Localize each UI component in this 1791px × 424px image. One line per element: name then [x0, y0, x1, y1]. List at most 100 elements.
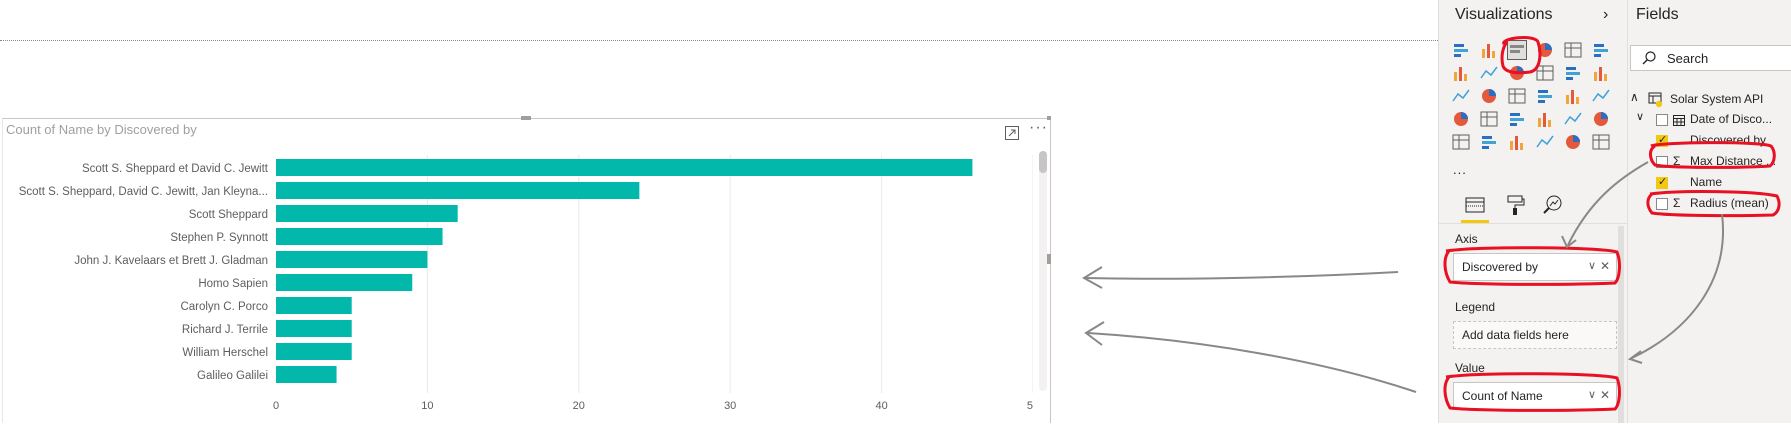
search-placeholder: Search: [1667, 51, 1709, 66]
stacked-column-icon[interactable]: [1479, 40, 1499, 60]
table-node-solar-system-api[interactable]: ∧ Solar System API: [1628, 90, 1791, 110]
map-icon[interactable]: [1591, 86, 1611, 106]
funnel-icon[interactable]: [1479, 109, 1499, 129]
viz-pane-tabs: [1439, 190, 1628, 224]
slicer-icon[interactable]: [1451, 132, 1471, 152]
value-well[interactable]: Count of Name ∨ ✕: [1453, 382, 1617, 410]
visual-title: Count of Name by Discovered by: [6, 122, 197, 137]
python-visual-icon[interactable]: [1563, 132, 1583, 152]
matrix-icon[interactable]: [1507, 132, 1527, 152]
chevron-down-icon[interactable]: ∨: [1588, 259, 1596, 272]
filled-map-icon[interactable]: [1451, 109, 1471, 129]
clustered-bar-icon[interactable]: [1507, 40, 1527, 60]
category-label: Galileo Galilei: [197, 370, 268, 382]
r-visual-icon[interactable]: [1535, 132, 1555, 152]
category-label: Stephen P. Synnott: [170, 232, 268, 244]
x-tick-label: 50: [1027, 400, 1033, 412]
report-canvas: Count of Name by Discovered by ··· 0 10 20…: [0, 0, 1438, 423]
bar[interactable]: [276, 182, 640, 199]
bar[interactable]: [276, 205, 458, 222]
axis-well[interactable]: Discovered by ∨ ✕: [1453, 253, 1617, 281]
category-label: Scott Sheppard: [189, 209, 268, 221]
fields-search-input[interactable]: Search: [1630, 45, 1791, 71]
pie-icon[interactable]: [1507, 86, 1527, 106]
bar[interactable]: [276, 320, 352, 337]
fields-tab-icon[interactable]: [1461, 190, 1489, 220]
x-tick-label: 0: [273, 400, 279, 412]
bar[interactable]: [276, 228, 443, 245]
bar[interactable]: [276, 366, 337, 383]
field-item[interactable]: Name: [1628, 173, 1791, 193]
chart-scrollbar[interactable]: [1039, 151, 1047, 391]
line-chart-icon[interactable]: [1451, 63, 1471, 83]
analytics-magnifier-icon[interactable]: [1539, 190, 1567, 220]
bar[interactable]: [276, 251, 428, 268]
visualizations-header: Visualizations: [1455, 6, 1553, 23]
fields-header: Fields: [1636, 6, 1679, 23]
globe-icon[interactable]: [1591, 132, 1611, 152]
card-icon[interactable]: [1535, 109, 1555, 129]
axis-well-label: Axis: [1455, 232, 1478, 246]
multirow-card-icon[interactable]: [1563, 109, 1583, 129]
table-name: Solar System API: [1670, 92, 1764, 106]
value-well-label: Value: [1455, 361, 1485, 375]
chart-scrollbar-thumb[interactable]: [1039, 151, 1047, 173]
scatter-icon[interactable]: [1479, 86, 1499, 106]
table-icon: [1648, 92, 1663, 108]
field-item[interactable]: Σ Radius (mean): [1628, 194, 1791, 214]
legend-well[interactable]: Add data fields here: [1453, 321, 1617, 349]
clustered-column-icon[interactable]: [1535, 40, 1555, 60]
bar[interactable]: [276, 343, 352, 360]
field-item[interactable]: Discovered by: [1628, 131, 1791, 151]
chevron-up-icon[interactable]: ∧: [1630, 90, 1639, 104]
field-checkbox[interactable]: [1656, 133, 1668, 147]
bar[interactable]: [276, 274, 413, 291]
category-label: John J. Kavelaars et Brett J. Gladman: [74, 255, 268, 267]
field-item[interactable]: ∨ Date of Disco...: [1628, 110, 1791, 130]
field-checkbox[interactable]: [1656, 175, 1668, 189]
field-label: Name: [1690, 175, 1723, 189]
more-visuals-icon[interactable]: ...: [1453, 162, 1467, 177]
remove-field-icon[interactable]: ✕: [1600, 388, 1610, 402]
field-item[interactable]: Σ Max Distance ...: [1628, 152, 1791, 172]
table-icon[interactable]: [1479, 132, 1499, 152]
bar-chart: 0 10 20 30 40 50 Scott S. Sheppard et David C.…: [19, 155, 1033, 412]
100-bar-icon[interactable]: [1563, 40, 1583, 60]
stacked-area-icon[interactable]: [1507, 63, 1527, 83]
area-chart-icon[interactable]: [1479, 63, 1499, 83]
line-stacked-column-icon[interactable]: [1563, 63, 1583, 83]
stacked-bar-icon[interactable]: [1451, 40, 1471, 60]
chevron-down-icon[interactable]: ∨: [1636, 110, 1644, 123]
category-label: William Herschel: [182, 347, 268, 359]
100-column-icon[interactable]: [1591, 40, 1611, 60]
field-checkbox[interactable]: [1656, 114, 1668, 126]
line-column-icon[interactable]: [1535, 63, 1555, 83]
resize-handle-top[interactable]: [521, 116, 531, 120]
format-paintroller-icon[interactable]: [1501, 190, 1529, 220]
more-options-icon[interactable]: ···: [1029, 120, 1048, 136]
bar-chart-visual[interactable]: Count of Name by Discovered by ··· 0 10 20…: [2, 116, 1051, 423]
donut-icon[interactable]: [1535, 86, 1555, 106]
waterfall-icon[interactable]: [1451, 86, 1471, 106]
remove-field-icon[interactable]: ✕: [1600, 259, 1610, 273]
search-icon: [1642, 51, 1656, 65]
focus-mode-icon[interactable]: [1004, 125, 1020, 141]
bar[interactable]: [276, 297, 352, 314]
category-label: Scott S. Sheppard et David C. Jewitt: [82, 163, 269, 175]
field-checkbox[interactable]: [1656, 198, 1668, 210]
kpi-icon[interactable]: [1591, 109, 1611, 129]
x-tick-label: 30: [724, 400, 736, 412]
bar[interactable]: [276, 159, 973, 176]
legend-placeholder: Add data fields here: [1462, 328, 1569, 342]
gauge-icon[interactable]: [1507, 109, 1527, 129]
field-checkbox[interactable]: [1656, 156, 1668, 168]
active-tab-indicator: [1461, 220, 1489, 223]
resize-handle-right[interactable]: [1047, 254, 1051, 264]
chevron-down-icon[interactable]: ∨: [1588, 388, 1596, 401]
viz-pane-scrollbar[interactable]: [1618, 226, 1624, 423]
legend-well-label: Legend: [1455, 300, 1496, 314]
treemap-icon[interactable]: [1563, 86, 1583, 106]
ribbon-chart-icon[interactable]: [1591, 63, 1611, 83]
collapse-chevron-icon[interactable]: ›: [1603, 6, 1608, 24]
value-field-label: Count of Name: [1462, 389, 1543, 403]
